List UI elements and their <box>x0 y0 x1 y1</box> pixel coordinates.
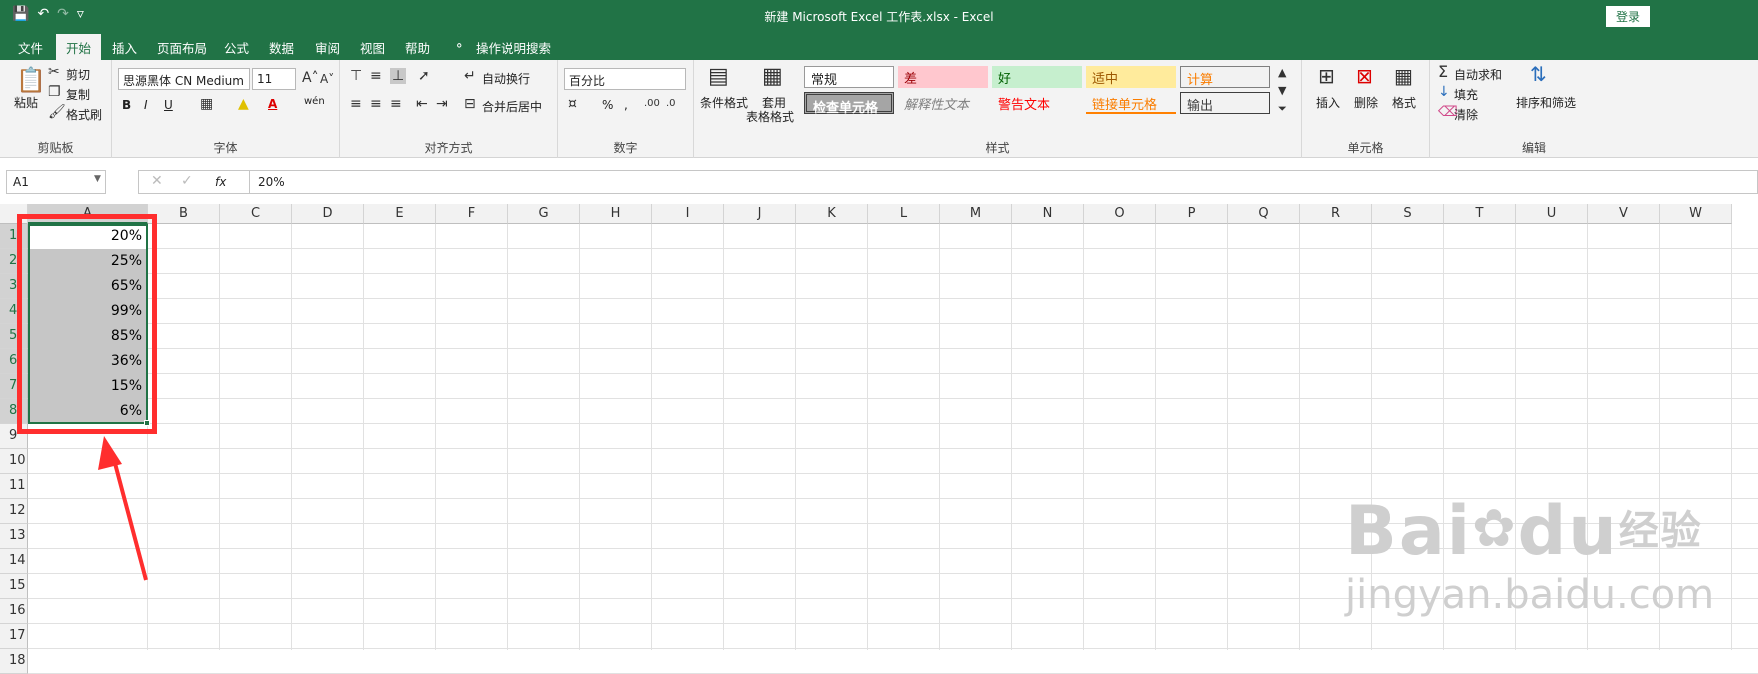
paw-icon: ✿ <box>1472 499 1518 559</box>
baidu-watermark-url: jingyan.baidu.com <box>1345 572 1715 618</box>
row-header[interactable]: 18 <box>0 649 28 674</box>
baidu-watermark-logo: Bai✿du经验 <box>1345 492 1703 571</box>
